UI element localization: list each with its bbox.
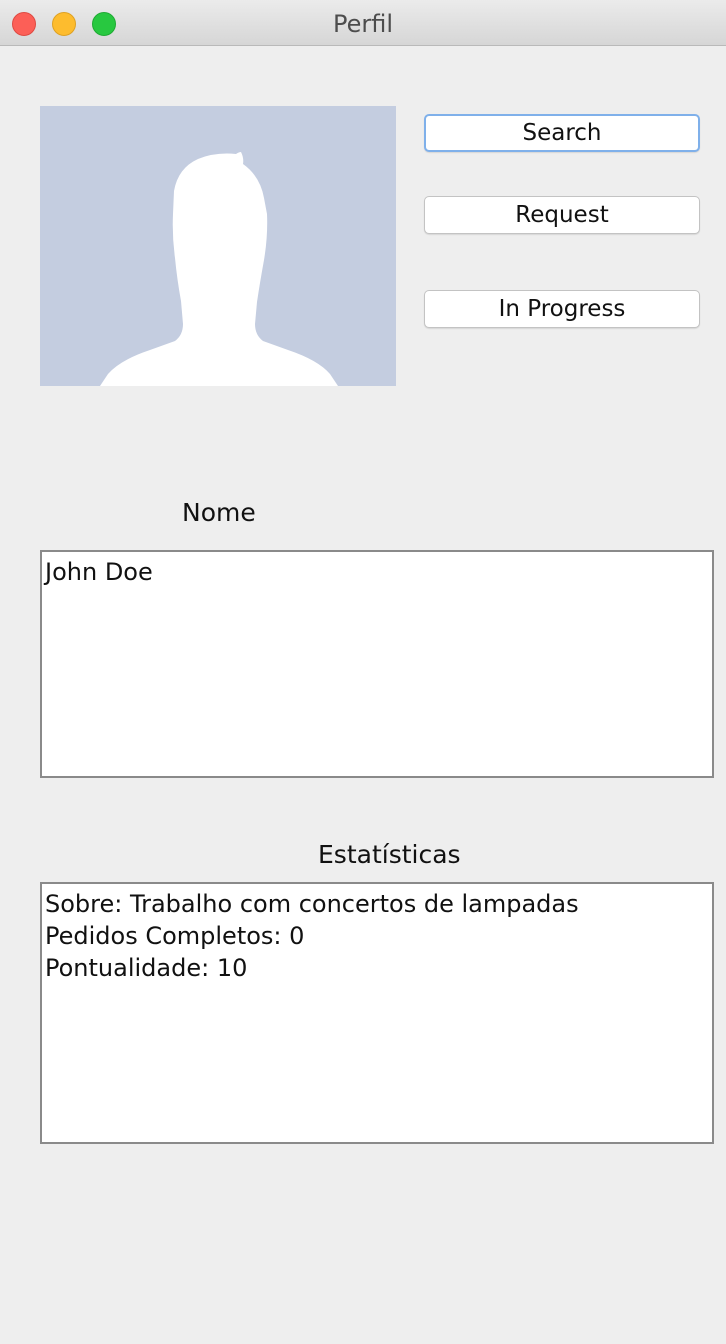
request-button[interactable]: Request [424,196,700,234]
maximize-icon[interactable] [92,12,116,36]
nome-label: Nome [182,498,256,527]
close-icon[interactable] [12,12,36,36]
estatisticas-label: Estatísticas [318,840,461,869]
nome-textarea[interactable]: John Doe [40,550,714,778]
stats-line-sobre: Sobre: Trabalho com concertos de lampada… [45,890,579,918]
minimize-icon[interactable] [52,12,76,36]
stats-line-pedidos: Pedidos Completos: 0 [45,922,305,950]
person-silhouette-icon [100,152,338,386]
title-bar[interactable]: Perfil [0,0,726,46]
avatar [40,106,396,386]
stats-line-pontualidade: Pontualidade: 10 [45,954,248,982]
profile-window: Perfil Search Request In Progress Nome J… [0,0,726,1344]
search-button[interactable]: Search [424,114,700,152]
nome-value: John Doe [45,558,153,586]
in-progress-button[interactable]: In Progress [424,290,700,328]
estatisticas-textarea[interactable]: Sobre: Trabalho com concertos de lampada… [40,882,714,1144]
